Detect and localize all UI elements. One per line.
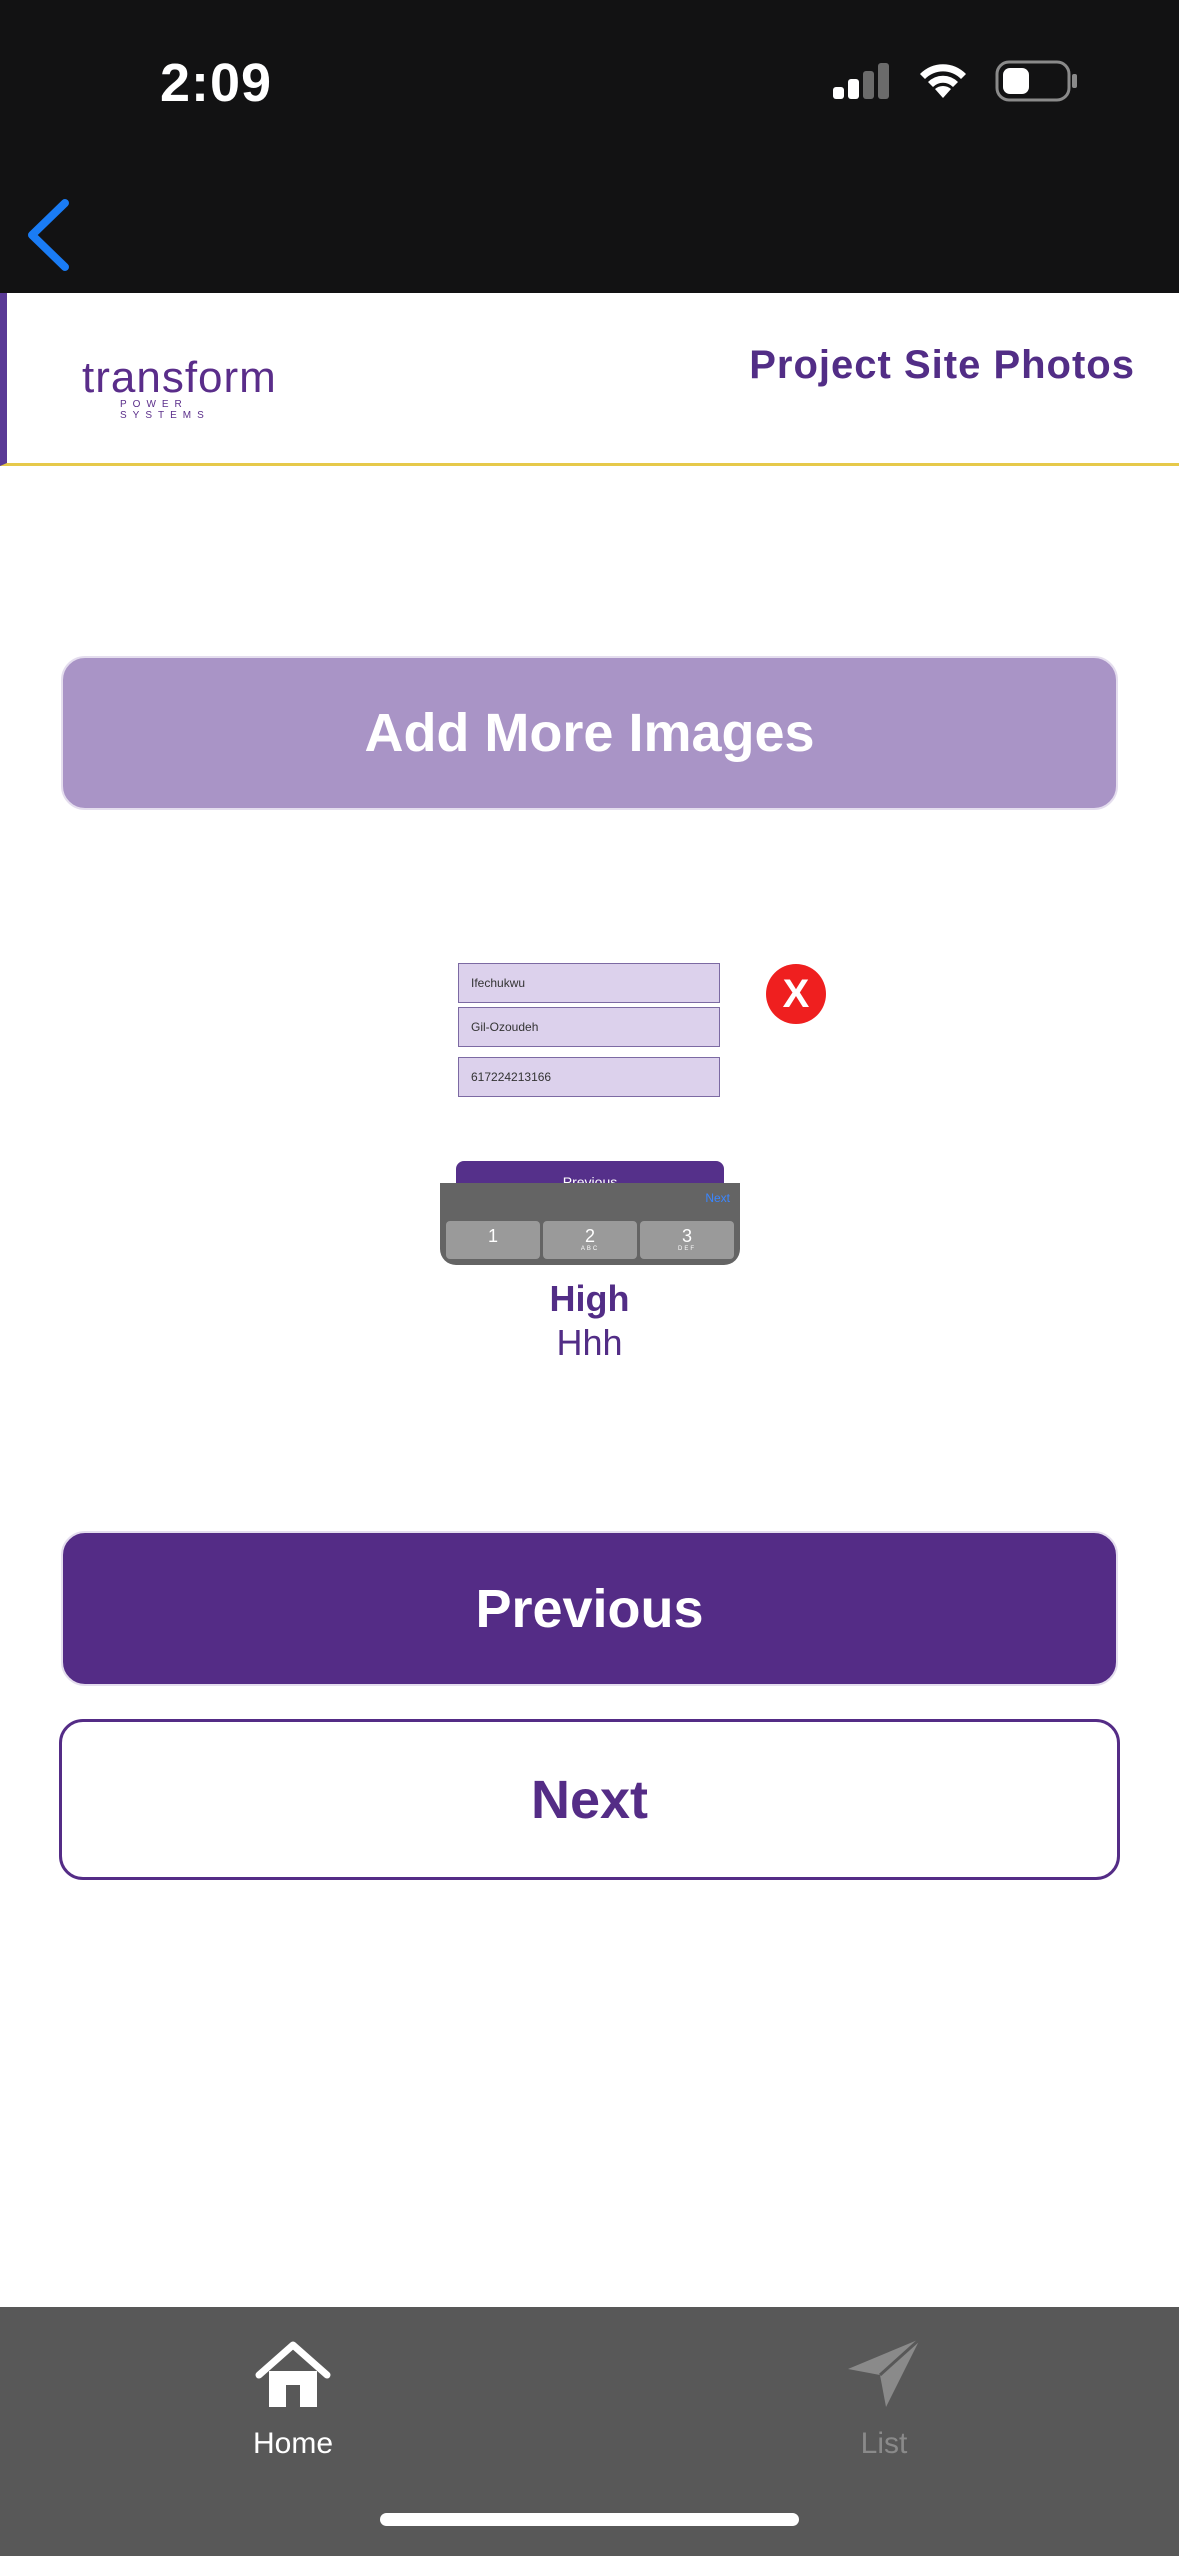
tab-list[interactable]: List — [734, 2327, 1034, 2477]
home-indicator — [380, 2513, 799, 2526]
cellular-signal-icon — [833, 63, 889, 99]
image-title: High — [549, 1278, 630, 1319]
status-icons — [831, 60, 1079, 102]
status-time: 2:09 — [160, 53, 273, 113]
image-description: Hhh — [556, 1322, 623, 1363]
remove-image-button[interactable]: X — [766, 964, 826, 1024]
thumbnail-keyboard-next: Next — [705, 1191, 730, 1205]
back-chevron-icon[interactable] — [20, 195, 80, 275]
add-more-images-button[interactable]: Add More Images — [61, 656, 1118, 810]
thumbnail-field-last-name: Gil-Ozoudeh — [458, 1007, 720, 1047]
thumbnail-key-letters: ABC — [580, 1246, 600, 1252]
wifi-icon — [920, 64, 966, 98]
previous-button[interactable]: Previous — [61, 1531, 1118, 1686]
app-header: transform POWER SYSTEMS Project Site Pho… — [0, 293, 1179, 466]
thumbnail-key-number: 2 — [584, 1226, 595, 1246]
page-title: Project Site Photos — [749, 343, 1135, 387]
send-icon — [848, 2337, 922, 2407]
logo-subtitle: POWER SYSTEMS — [120, 399, 210, 421]
home-icon — [255, 2341, 331, 2407]
thumbnail-key-number: 1 — [487, 1226, 498, 1246]
thumbnail-key-letters: DEF — [678, 1246, 696, 1252]
tab-list-label: List — [860, 2427, 908, 2460]
tab-home[interactable]: Home — [143, 2327, 443, 2477]
status-bar: 2:09 — [0, 0, 1179, 293]
tab-home-label: Home — [252, 2427, 334, 2460]
thumbnail-keyboard: Next 1 2 ABC 3 DEF — [440, 1183, 740, 1265]
company-logo: transform POWER SYSTEMS — [82, 353, 276, 421]
battery-icon — [995, 60, 1077, 102]
thumbnail-key: 3 DEF — [640, 1221, 734, 1259]
thumbnail-field-phone: 617224213166 — [458, 1057, 720, 1097]
thumbnail-key: 1 — [446, 1221, 540, 1259]
thumbnail-key: 2 ABC — [543, 1221, 637, 1259]
thumbnail-field-first-name: Ifechukwu — [458, 963, 720, 1003]
next-button[interactable]: Next — [59, 1719, 1120, 1880]
logo-wordmark: transform — [82, 353, 277, 402]
thumbnail-key-number: 3 — [681, 1226, 692, 1246]
photo-thumbnail[interactable]: Ifechukwu Gil-Ozoudeh 617224213166 Previ… — [440, 963, 740, 1265]
